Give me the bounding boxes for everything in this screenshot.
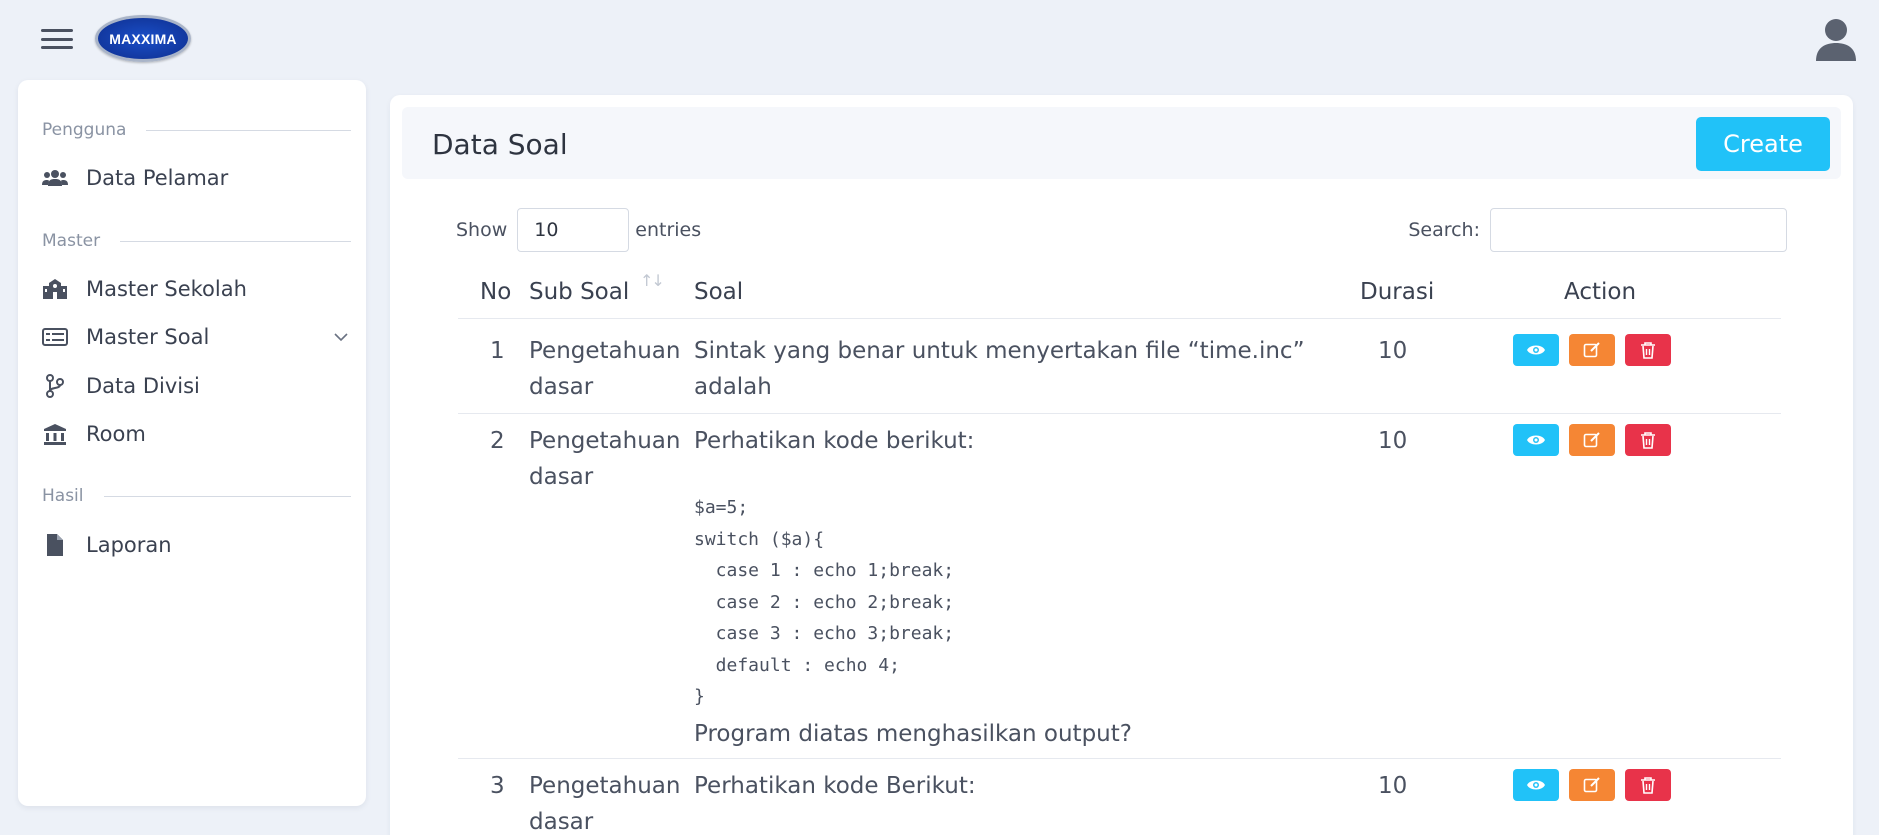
- sidebar-item-data-divisi[interactable]: Data Divisi: [42, 368, 351, 404]
- column-header-no[interactable]: No: [480, 279, 511, 305]
- row-soal-question: Program diatas menghasilkan output?: [694, 721, 1132, 747]
- row-sub-soal: Pengetahuan dasar: [529, 338, 681, 400]
- edit-button[interactable]: [1569, 769, 1615, 801]
- sidebar-item-laporan[interactable]: Laporan: [42, 527, 351, 563]
- delete-button[interactable]: [1625, 334, 1671, 366]
- sidebar-section-title: Hasil: [42, 486, 84, 506]
- column-header-sub-soal[interactable]: Sub Soal: [529, 279, 629, 305]
- column-header-soal[interactable]: Soal: [694, 279, 743, 305]
- column-header-action: Action: [1564, 279, 1637, 305]
- table-search: Search:: [1408, 208, 1787, 252]
- table-header: No Sub Soal ↑↓ Soal Durasi Action: [458, 271, 1781, 319]
- entries-length-control: Show entries: [456, 208, 701, 252]
- edit-button[interactable]: [1569, 424, 1615, 456]
- row-soal: Perhatikan kode Berikut:: [694, 773, 976, 799]
- trash-icon: [1641, 777, 1655, 794]
- row-no: 1: [490, 338, 505, 364]
- sidebar-item-label: Data Divisi: [86, 374, 200, 398]
- edit-button[interactable]: [1569, 334, 1615, 366]
- branch-icon: [42, 374, 68, 398]
- sidebar-item-label: Master Sekolah: [86, 277, 247, 301]
- row-actions: [1513, 769, 1671, 801]
- logo-text: MAXXIMA: [109, 30, 177, 47]
- row-durasi: 10: [1378, 338, 1408, 364]
- edit-icon: [1583, 342, 1600, 358]
- row-durasi: 10: [1378, 773, 1408, 799]
- sort-icon[interactable]: ↑↓: [640, 271, 665, 290]
- row-actions: [1513, 424, 1671, 456]
- show-label: Show: [456, 219, 508, 241]
- sidebar-item-master-sekolah[interactable]: Master Sekolah: [42, 271, 351, 307]
- row-actions: [1513, 334, 1671, 366]
- bank-icon: [42, 422, 68, 446]
- column-header-durasi[interactable]: Durasi: [1360, 279, 1434, 305]
- user-avatar-icon[interactable]: [1814, 17, 1858, 61]
- card-header: Data Soal Create: [402, 107, 1841, 179]
- entries-label: entries: [635, 219, 702, 241]
- create-button[interactable]: Create: [1696, 117, 1830, 171]
- view-button[interactable]: [1513, 334, 1559, 366]
- edit-icon: [1583, 432, 1600, 448]
- eye-icon: [1527, 435, 1545, 445]
- sidebar-item-data-pelamar[interactable]: Data Pelamar: [42, 160, 351, 196]
- delete-button[interactable]: [1625, 424, 1671, 456]
- sidebar-section-title: Pengguna: [42, 120, 127, 140]
- page-title: Data Soal: [432, 128, 568, 161]
- sidebar-section-pengguna: Pengguna: [42, 120, 351, 140]
- sidebar-item-label: Laporan: [86, 533, 172, 557]
- row-no: 2: [490, 428, 505, 454]
- row-soal: Perhatikan kode berikut:: [694, 428, 975, 454]
- brand-logo[interactable]: MAXXIMA: [95, 15, 191, 62]
- delete-button[interactable]: [1625, 769, 1671, 801]
- table-row: 1 Pengetahuan dasar Sintak yang benar un…: [458, 319, 1781, 414]
- table-row: 3 Pengetahuan dasar Perhatikan kode Beri…: [458, 759, 1781, 835]
- data-table: No Sub Soal ↑↓ Soal Durasi Action 1 Peng…: [458, 271, 1781, 835]
- row-sub-soal: Pengetahuan dasar: [529, 773, 681, 835]
- sidebar-item-label: Master Soal: [86, 325, 210, 349]
- content-card: Data Soal Create Show entries Search: No…: [390, 95, 1853, 835]
- view-button[interactable]: [1513, 424, 1559, 456]
- sidebar-section-title: Master: [42, 231, 101, 251]
- file-icon: [42, 533, 68, 557]
- section-divider: [146, 129, 351, 131]
- users-icon: [42, 166, 68, 190]
- eye-icon: [1527, 345, 1545, 355]
- sidebar-item-master-soal[interactable]: Master Soal: [42, 319, 351, 355]
- sidebar-section-hasil: Hasil: [42, 486, 351, 506]
- chevron-down-icon[interactable]: [331, 327, 351, 347]
- row-sub-soal: Pengetahuan dasar: [529, 428, 681, 490]
- sidebar-item-label: Room: [86, 422, 146, 446]
- row-soal-code: $a=5; switch ($a){ case 1 : echo 1;break…: [694, 497, 955, 707]
- eye-icon: [1527, 780, 1545, 790]
- sidebar-item-room[interactable]: Room: [42, 416, 351, 452]
- row-soal: Sintak yang benar untuk menyertakan file…: [694, 338, 1305, 400]
- view-button[interactable]: [1513, 769, 1559, 801]
- sidebar-item-label: Data Pelamar: [86, 166, 229, 190]
- section-divider: [120, 240, 351, 242]
- hamburger-menu-icon[interactable]: [41, 29, 73, 49]
- section-divider: [103, 495, 351, 497]
- search-label: Search:: [1408, 219, 1480, 241]
- entries-select[interactable]: [517, 208, 630, 252]
- edit-icon: [1583, 777, 1600, 793]
- search-input[interactable]: [1490, 208, 1787, 252]
- sidebar: Pengguna Data Pelamar Master Master Seko…: [18, 80, 366, 806]
- sidebar-section-master: Master: [42, 231, 351, 251]
- trash-icon: [1641, 342, 1655, 359]
- row-no: 3: [490, 773, 505, 799]
- list-icon: [42, 325, 68, 349]
- row-durasi: 10: [1378, 428, 1408, 454]
- table-row: 2 Pengetahuan dasar Perhatikan kode beri…: [458, 414, 1781, 759]
- trash-icon: [1641, 432, 1655, 449]
- school-icon: [42, 277, 68, 301]
